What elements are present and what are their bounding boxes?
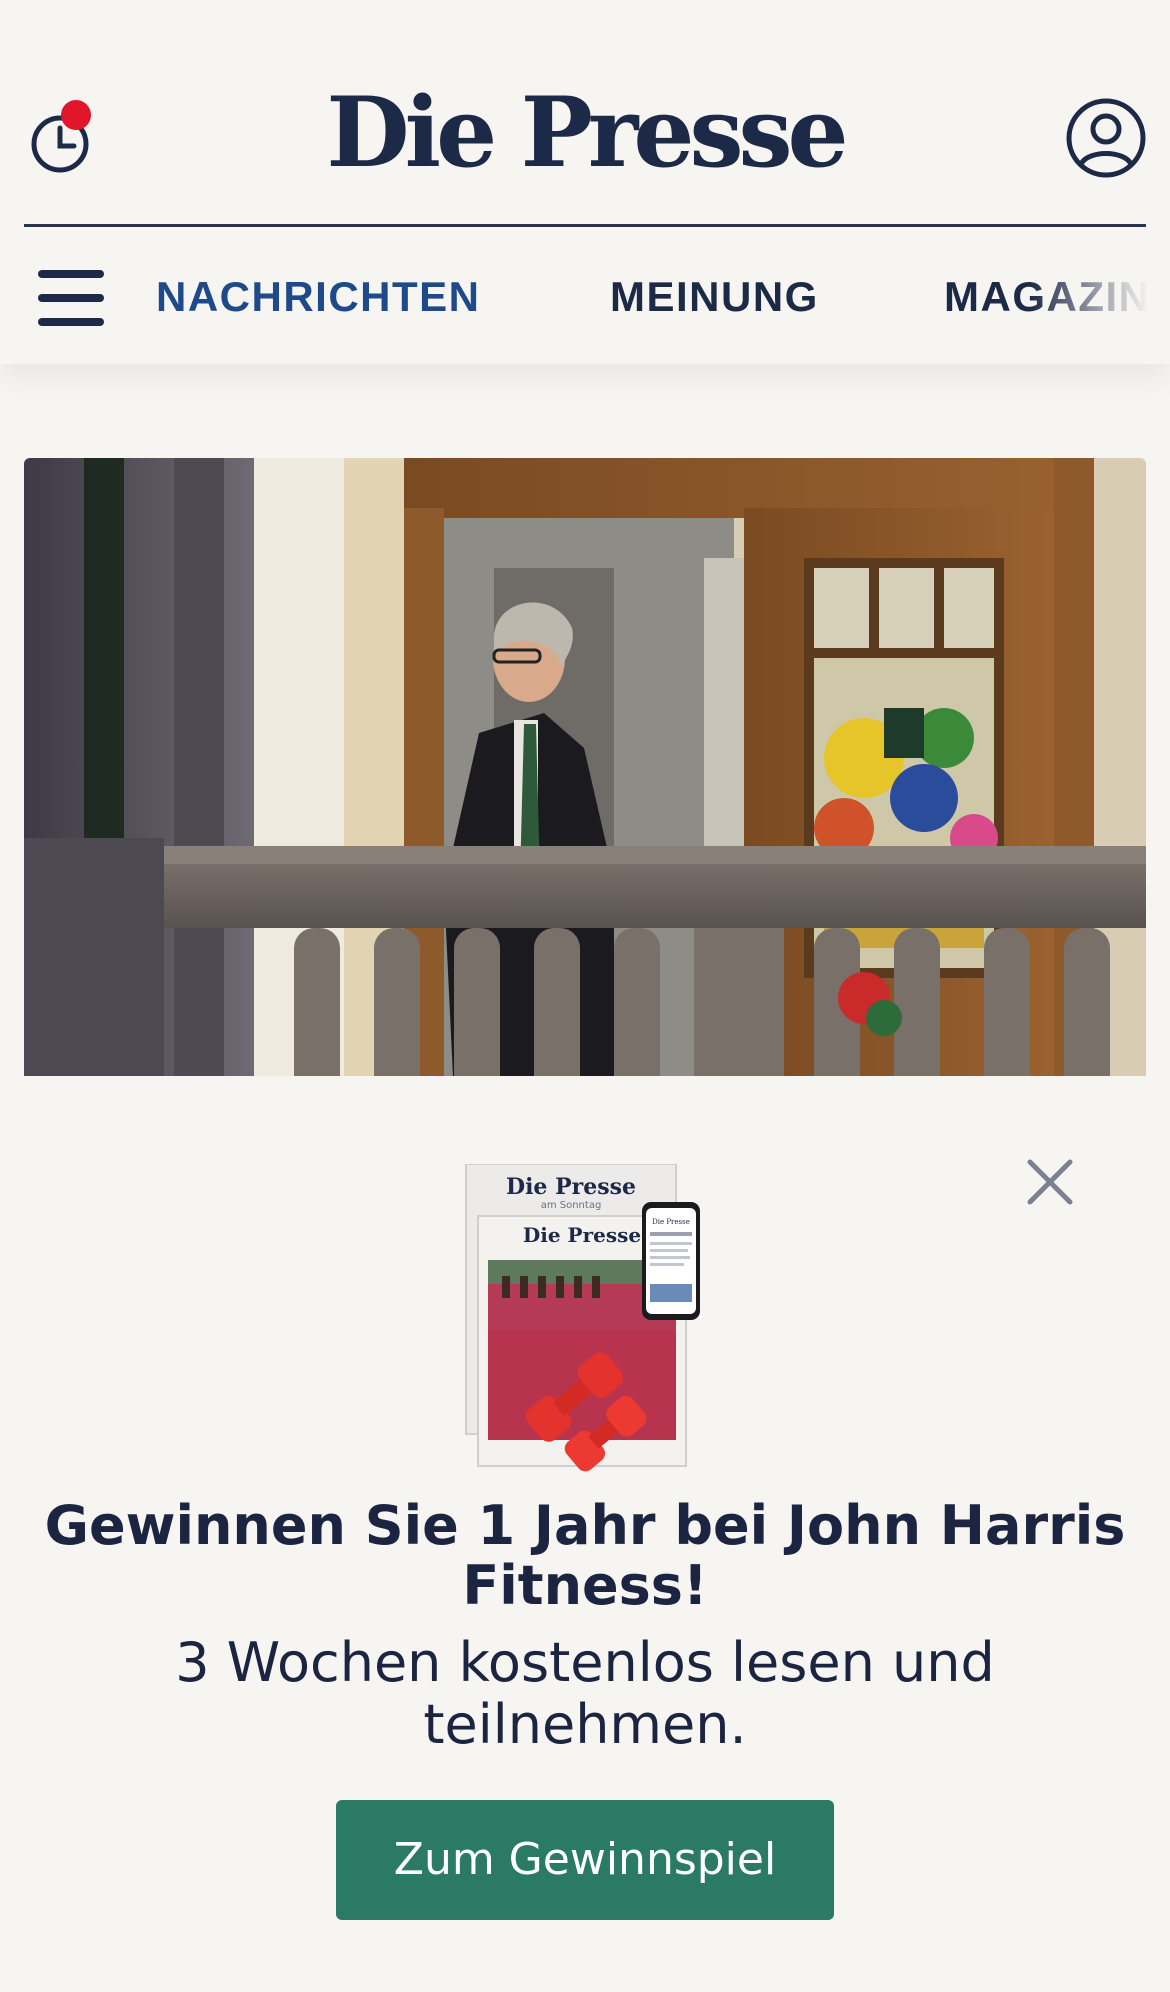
site-header: Die Presse NACHRICHTEN MEINUNG MAGAZIN xyxy=(0,0,1170,364)
site-logo[interactable]: Die Presse xyxy=(0,78,1170,188)
paper-back-subtitle: am Sonntag xyxy=(541,1200,602,1211)
promo-headline: Gewinnen Sie 1 Jahr bei John Harris Fitn… xyxy=(44,1494,1126,1617)
hero-photo xyxy=(24,458,1146,1098)
phone-title: Die Presse xyxy=(652,1218,690,1226)
tab-meinung[interactable]: MEINUNG xyxy=(610,272,819,322)
tabs-fade-overlay xyxy=(1030,228,1170,364)
tab-nachrichten[interactable]: NACHRICHTEN xyxy=(156,272,481,322)
promo-illustration: Die Presse am Sonntag Die Presse Die Pre… xyxy=(462,1163,712,1494)
page: Die Presse NACHRICHTEN MEINUNG MAGAZIN xyxy=(0,0,1170,1992)
promo-bottom-sheet: Die Presse am Sonntag Die Presse Die Pre… xyxy=(0,1076,1170,1992)
article-hero-image[interactable] xyxy=(24,458,1146,1098)
paper-back-title: Die Presse xyxy=(506,1174,636,1200)
paper-front-title: Die Presse xyxy=(523,1223,641,1247)
main-navigation: NACHRICHTEN MEINUNG MAGAZIN xyxy=(0,228,1170,364)
promo-subline: 3 Wochen kostenlos lesen und teilnehmen. xyxy=(175,1631,995,1756)
header-divider xyxy=(24,224,1146,227)
profile-button[interactable] xyxy=(1064,96,1148,180)
hamburger-menu-icon[interactable] xyxy=(38,270,106,326)
cta-button[interactable]: Zum Gewinnspiel xyxy=(336,1800,834,1920)
close-icon[interactable] xyxy=(1024,1156,1076,1208)
user-circle-icon xyxy=(1066,98,1146,178)
